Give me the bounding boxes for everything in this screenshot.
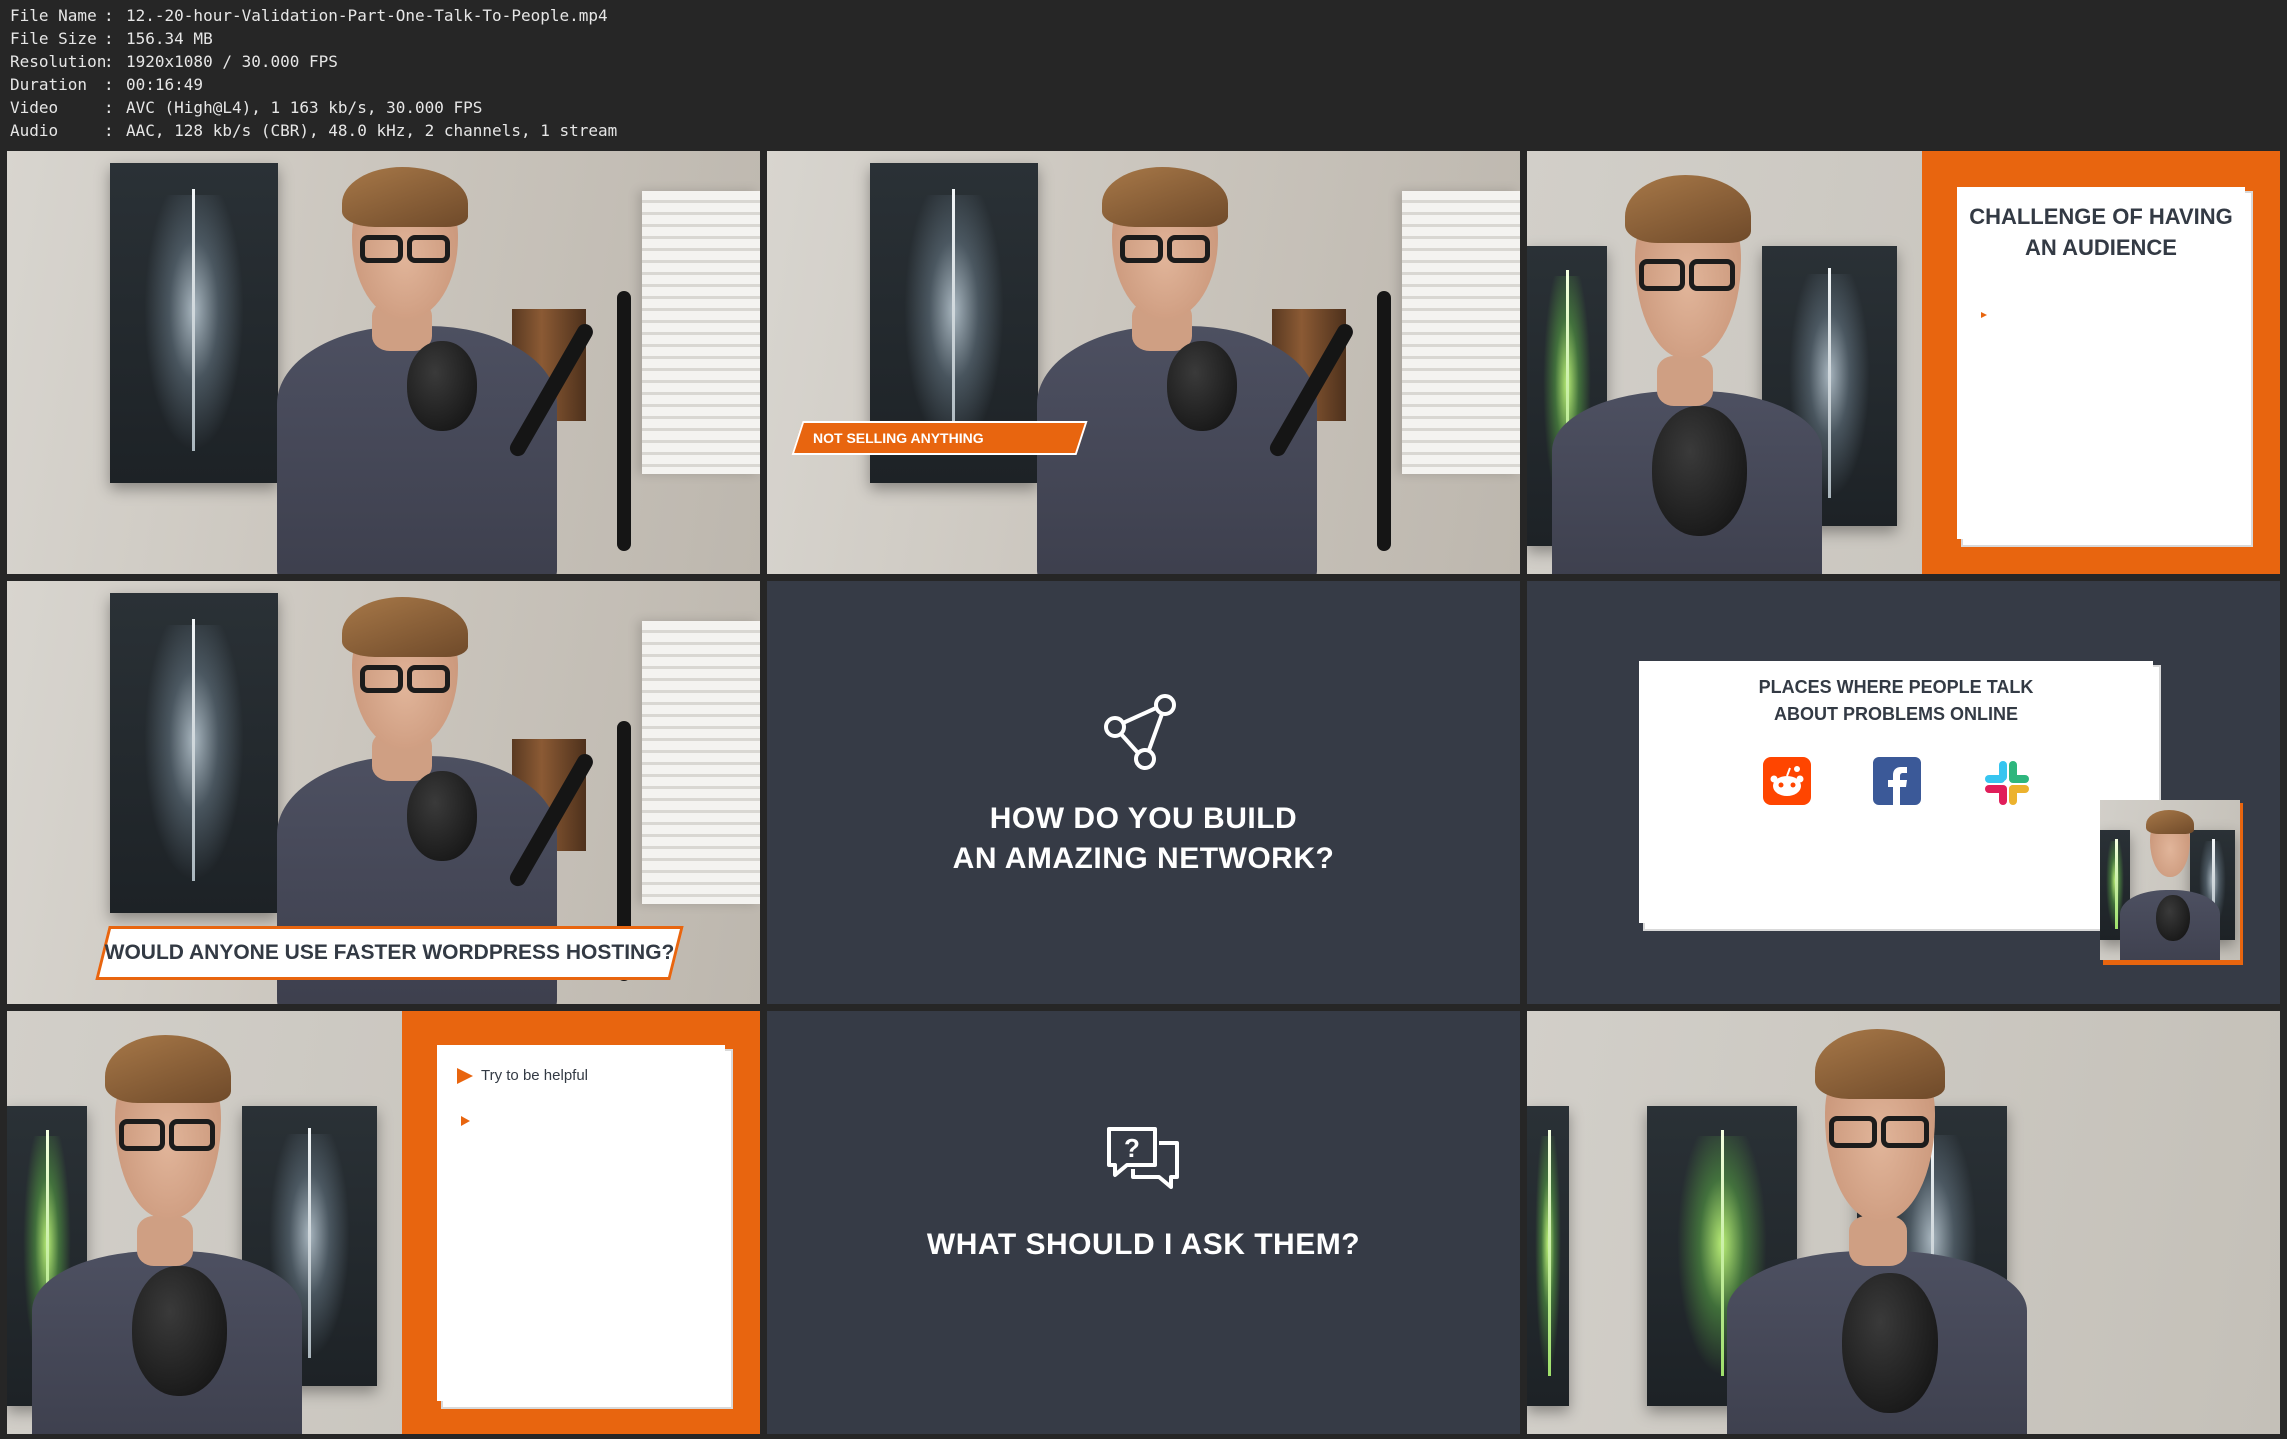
window-blinds <box>1402 191 1520 474</box>
file-name-row: File Name: 12.-20-hour-Validation-Part-O… <box>10 6 608 25</box>
card-title: CHALLENGE OF HAVING AN AUDIENCE <box>1969 204 2233 260</box>
resolution-row: Resolution: 1920x1080 / 30.000 FPS <box>10 52 338 71</box>
duration-row: Duration: 00:16:49 <box>10 75 204 94</box>
question-line-1: WHAT SHOULD I ASK THEM? <box>926 1228 1361 1261</box>
video-row: Video: AVC (High@L4), 1 163 kb/s, 30.000… <box>10 98 483 117</box>
thumbnail-7[interactable]: Try to be helpful <box>7 1011 760 1434</box>
lower-third-text: NOT SELLING ANYTHING <box>813 430 984 446</box>
thumbnail-9[interactable] <box>1527 1011 2280 1434</box>
slide-card: Try to be helpful <box>437 1045 725 1401</box>
bullet-marker <box>461 1111 470 1130</box>
bullet-item-1: Try to be helpful <box>457 1067 588 1084</box>
thumbnail-2[interactable]: NOT SELLING ANYTHING <box>767 151 1520 574</box>
window-blinds <box>642 621 760 904</box>
microphone <box>1167 341 1237 431</box>
bullet-text-1: Try to be helpful <box>481 1067 588 1084</box>
bullet-marker <box>1981 303 1987 322</box>
bullet-arrow-icon <box>457 1067 473 1084</box>
thumbnail-5[interactable]: HOW DO YOU BUILD AN AMAZING NETWORK? <box>767 581 1520 1004</box>
microphone <box>1842 1273 1938 1413</box>
file-size-row: File Size: 156.34 MB <box>10 29 213 48</box>
card-title-line-1: PLACES WHERE PEOPLE TALK <box>1758 677 2034 697</box>
thumbnail-6[interactable]: PLACES WHERE PEOPLE TALK ABOUT PROBLEMS … <box>1527 581 2280 1004</box>
slide-card: PLACES WHERE PEOPLE TALK ABOUT PROBLEMS … <box>1639 661 2153 923</box>
lower-third-banner: NOT SELLING ANYTHING <box>791 421 1088 455</box>
thumbnail-8[interactable]: ? WHAT SHOULD I ASK THEM? <box>767 1011 1520 1434</box>
mic-stand <box>1377 291 1391 551</box>
svg-text:?: ? <box>1124 1133 1140 1163</box>
window-blinds <box>642 191 760 474</box>
file-info-panel: File Name: 12.-20-hour-Validation-Part-O… <box>10 4 617 142</box>
lower-third-text: WOULD ANYONE USE FASTER WORDPRESS HOSTIN… <box>104 941 675 964</box>
thumbnail-3[interactable]: CHALLENGE OF HAVING AN AUDIENCE <box>1527 151 2280 574</box>
thumbnail-4[interactable]: WOULD ANYONE USE FASTER WORDPRESS HOSTIN… <box>7 581 760 1004</box>
audio-row: Audio: AAC, 128 kb/s (CBR), 48.0 kHz, 2 … <box>10 121 618 140</box>
question-line-1: HOW DO YOU BUILD <box>989 802 1298 835</box>
slack-icon <box>1985 761 2029 805</box>
card-title-line-2: ABOUT PROBLEMS ONLINE <box>1773 704 2018 724</box>
microphone <box>407 771 477 861</box>
green-poster <box>1527 1106 1569 1406</box>
poster <box>110 163 278 483</box>
microphone <box>1652 406 1747 536</box>
question-chat-icon: ? <box>1107 1127 1179 1189</box>
microphone <box>407 341 477 431</box>
thumbnail-1[interactable] <box>7 151 760 574</box>
network-share-icon <box>1104 694 1176 770</box>
question-line-2: AN AMAZING NETWORK? <box>952 842 1335 875</box>
slide-card: CHALLENGE OF HAVING AN AUDIENCE <box>1957 187 2245 539</box>
reddit-icon <box>1763 757 1811 805</box>
pip-video <box>2100 800 2240 960</box>
mic-stand <box>617 291 631 551</box>
facebook-icon <box>1873 757 1921 805</box>
microphone <box>132 1266 227 1396</box>
pip-frame <box>2100 800 2243 965</box>
lower-third-banner: WOULD ANYONE USE FASTER WORDPRESS HOSTIN… <box>95 926 684 980</box>
poster <box>110 593 278 913</box>
